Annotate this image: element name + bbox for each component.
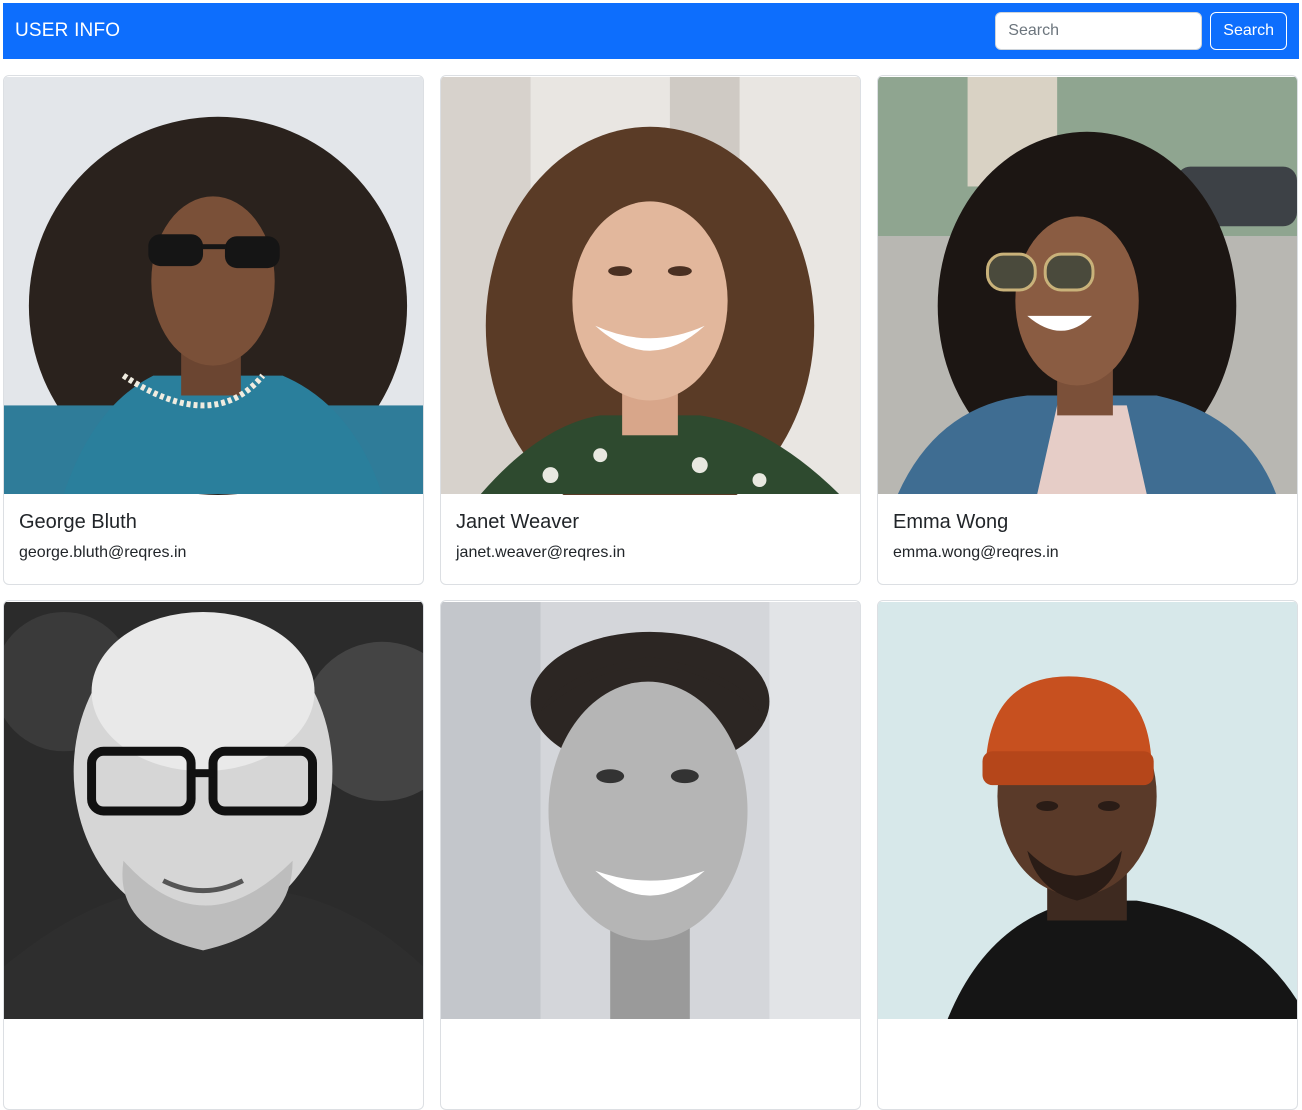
user-name: Emma Wong xyxy=(893,511,1009,533)
brand-title[interactable]: USER INFO xyxy=(15,20,120,42)
user-email: emma.wong@reqres.in xyxy=(893,544,1059,561)
avatar xyxy=(4,601,423,1020)
user-card xyxy=(440,600,861,1110)
search-button[interactable]: Search xyxy=(1210,12,1287,50)
user-card xyxy=(3,600,424,1110)
card-body xyxy=(441,1020,860,1109)
card-body xyxy=(4,1020,423,1109)
user-card: Janet Weaver janet.weaver@reqres.in xyxy=(440,75,861,585)
user-name: George Bluth xyxy=(19,511,137,533)
avatar xyxy=(441,76,860,495)
avatar xyxy=(441,601,860,1020)
avatar xyxy=(878,601,1297,1020)
user-card xyxy=(877,600,1298,1110)
navbar: USER INFO Search xyxy=(3,3,1299,59)
search-input[interactable] xyxy=(995,12,1203,50)
user-name: Janet Weaver xyxy=(456,511,580,533)
card-body: Emma Wong emma.wong@reqres.in xyxy=(878,495,1297,584)
card-body xyxy=(878,1020,1297,1109)
user-card: George Bluth george.bluth@reqres.in xyxy=(3,75,424,585)
user-card: Emma Wong emma.wong@reqres.in xyxy=(877,75,1298,585)
avatar xyxy=(4,76,423,495)
card-body: Janet Weaver janet.weaver@reqres.in xyxy=(441,495,860,584)
user-email: janet.weaver@reqres.in xyxy=(456,544,626,561)
card-body: George Bluth george.bluth@reqres.in xyxy=(4,495,423,584)
user-email: george.bluth@reqres.in xyxy=(19,544,187,561)
avatar xyxy=(878,76,1297,495)
search-form: Search xyxy=(995,12,1287,50)
